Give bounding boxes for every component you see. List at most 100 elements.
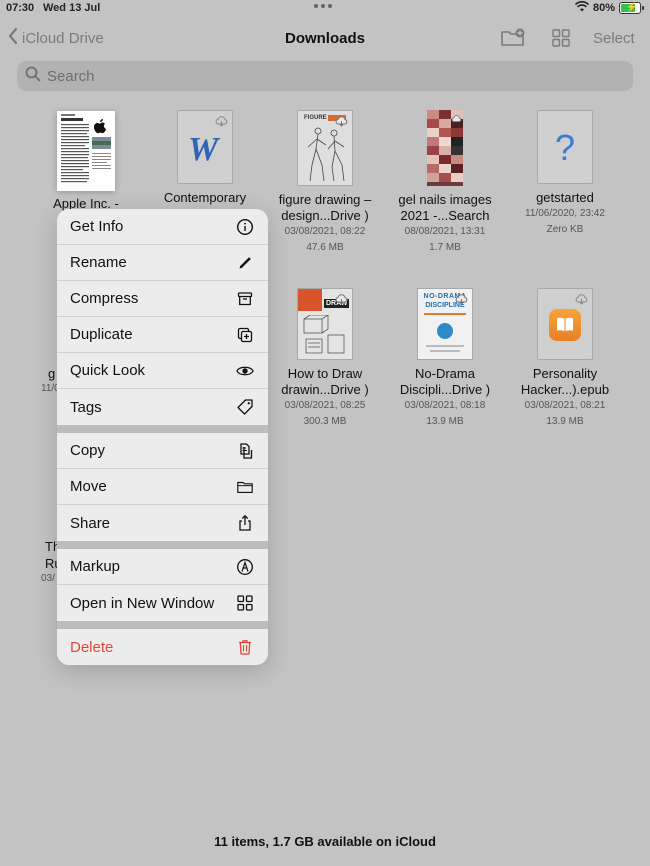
tag-icon [236, 398, 254, 416]
book-cover-thumbnail: FIGURE [297, 110, 353, 186]
file-size: Zero KB [546, 224, 584, 235]
menu-item-label: Rename [70, 254, 127, 271]
file-item-contemporary[interactable]: W Contemporary [145, 110, 265, 206]
menu-item-tags[interactable]: Tags [57, 389, 268, 425]
cloud-download-icon [335, 114, 348, 132]
menu-separator [57, 621, 268, 629]
file-name: gel nails images [398, 192, 492, 207]
file-name: No-Drama [415, 366, 475, 381]
file-size: 1.7 MB [429, 242, 461, 253]
file-size: 13.9 MB [426, 416, 464, 427]
menu-item-delete[interactable]: Delete [57, 629, 268, 665]
file-name-line2: 2021 -...Search [400, 208, 490, 223]
markup-icon [236, 558, 254, 576]
unknown-document-thumbnail: ? [537, 110, 593, 184]
file-size: 300.3 MB [303, 416, 347, 427]
books-icon [549, 309, 581, 341]
menu-item-markup[interactable]: Markup [57, 549, 268, 585]
archive-box-icon [236, 290, 254, 308]
file-date: 03/08/2021, 08:21 [524, 400, 606, 411]
word-icon: W [188, 131, 219, 168]
menu-item-label: Open in New Window [70, 594, 215, 612]
search-icon [17, 66, 47, 87]
file-name-line2: Discipli...Drive ) [399, 382, 491, 397]
view-options-button[interactable] [552, 29, 570, 52]
info-icon [236, 218, 254, 236]
partial-file-date: 03/ [41, 573, 55, 584]
file-item-figure-drawing[interactable]: FIGURE figure drawing – design...Drive )… [265, 110, 385, 256]
file-name: How to Draw [287, 366, 363, 381]
menu-item-get-info[interactable]: Get Info [57, 209, 268, 245]
menu-item-duplicate[interactable]: Duplicate [57, 317, 268, 353]
wifi-icon [574, 1, 590, 15]
battery-percent: 80% [592, 2, 615, 14]
file-item-getstarted[interactable]: ? getstarted 11/06/2020, 23:42 Zero KB [505, 110, 625, 238]
search-bar[interactable] [17, 61, 633, 91]
file-item-how-to-draw[interactable]: DRAW How to Draw drawin...Drive ) 03/08/… [265, 288, 385, 430]
book-cover-thumbnail: NO-DRAMA DISCIPLINE [417, 288, 473, 360]
file-name-line2: drawin...Drive ) [281, 382, 369, 397]
selected-document-preview [57, 111, 115, 191]
image-collage-thumbnail [427, 110, 463, 186]
file-item-personality-hacker[interactable]: Personality Hacker...).epub 03/08/2021, … [505, 288, 625, 430]
storage-summary: 11 items, 1.7 GB available on iCloud [214, 834, 436, 849]
copy-icon [236, 442, 254, 460]
menu-item-quick-look[interactable]: Quick Look [57, 353, 268, 389]
context-menu: Get Info Rename Compress Duplicate Quick Loo… [57, 209, 268, 665]
file-name: figure drawing – [278, 192, 372, 207]
partial-file-name: g [48, 366, 56, 381]
cloud-download-icon [451, 111, 462, 129]
menu-item-open-in-new-window[interactable]: Open in New Window [57, 585, 268, 621]
menu-item-label: Quick Look [70, 362, 146, 379]
menu-item-label: Copy [70, 442, 106, 459]
word-document-thumbnail: W [177, 110, 233, 184]
menu-item-label: Markup [70, 558, 121, 575]
battery-icon: ⚡ [619, 2, 641, 14]
pencil-icon [236, 254, 254, 272]
file-size: 47.6 MB [306, 242, 344, 253]
folder-icon [236, 478, 254, 496]
menu-item-compress[interactable]: Compress [57, 281, 268, 317]
cloud-download-icon [575, 292, 588, 310]
cloud-download-icon [215, 114, 228, 132]
cloud-download-icon [335, 292, 348, 310]
file-date: 03/08/2021, 08:25 [284, 400, 366, 411]
status-time: 07:30 [6, 2, 35, 14]
multitasking-handle[interactable] [314, 4, 336, 10]
menu-item-label: Delete [70, 638, 114, 656]
menu-item-share[interactable]: Share [57, 505, 268, 541]
file-item-gel-nails[interactable]: gel nails images 2021 -...Search 08/08/2… [385, 110, 505, 256]
file-name-line2: design...Drive ) [281, 208, 369, 223]
file-name-line2: Hacker...).epub [520, 382, 610, 397]
status-date: Wed 13 Jul [43, 2, 101, 14]
epub-thumbnail [537, 288, 593, 360]
menu-separator [57, 541, 268, 549]
menu-item-label: Get Info [70, 218, 124, 235]
menu-item-copy[interactable]: Copy [57, 433, 268, 469]
menu-separator [57, 425, 268, 433]
file-item-no-drama[interactable]: NO-DRAMA DISCIPLINE No-Drama Discipli...… [385, 288, 505, 430]
status-indicators: 80% ⚡ [574, 1, 644, 15]
menu-item-move[interactable]: Move [57, 469, 268, 505]
menu-item-label: Duplicate [70, 326, 133, 343]
file-date: 08/08/2021, 13:31 [404, 226, 486, 237]
search-input[interactable] [47, 67, 607, 85]
eye-icon [236, 362, 254, 380]
share-icon [236, 514, 254, 532]
menu-item-rename[interactable]: Rename [57, 245, 268, 281]
folder-plus-icon [500, 28, 526, 52]
grid-view-icon [552, 29, 570, 51]
file-name: getstarted [536, 190, 594, 205]
grid-icon [236, 594, 254, 612]
new-folder-button[interactable] [500, 28, 526, 53]
menu-item-label: Compress [70, 290, 139, 307]
file-date: 03/08/2021, 08:18 [404, 400, 486, 411]
file-name: Contemporary [163, 190, 247, 205]
file-name: Personality [532, 366, 598, 381]
cloud-download-icon [455, 292, 468, 310]
file-date: 03/08/2021, 08:22 [284, 226, 366, 237]
select-button[interactable]: Select [593, 30, 635, 47]
duplicate-icon [236, 326, 254, 344]
file-size: 13.9 MB [546, 416, 584, 427]
menu-item-label: Tags [70, 398, 102, 416]
